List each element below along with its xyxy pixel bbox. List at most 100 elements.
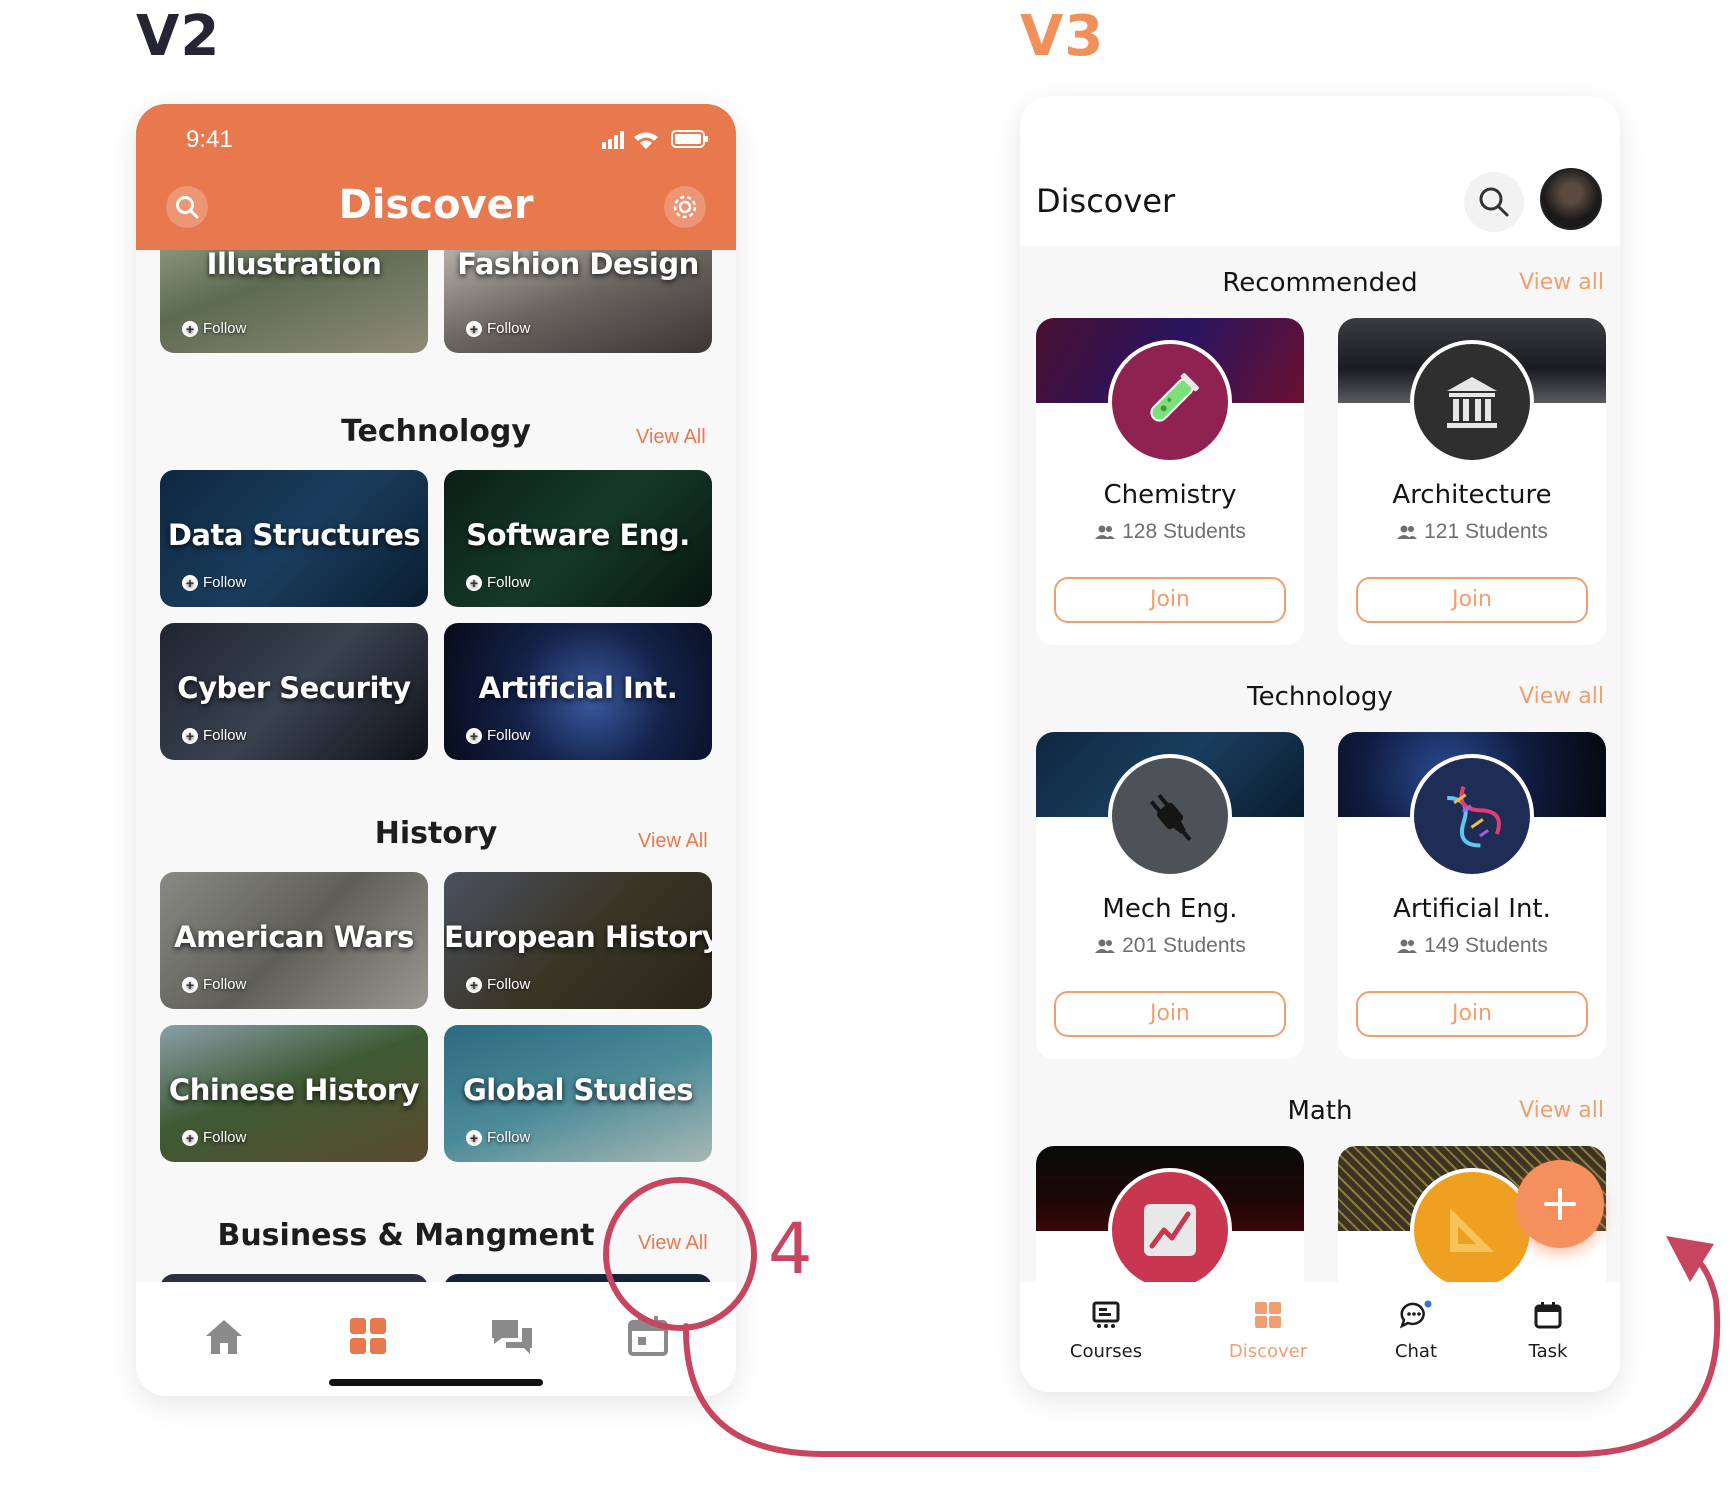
flask-icon — [1108, 340, 1232, 464]
settings-button[interactable] — [664, 186, 706, 228]
plus-icon: + — [182, 1129, 198, 1146]
view-all-business[interactable]: View All — [638, 1232, 708, 1255]
v2-tile-artificial-int[interactable]: Artificial Int. + Follow — [444, 623, 712, 760]
chat-icon[interactable] — [488, 1312, 536, 1360]
student-count: 149 Students — [1338, 934, 1606, 958]
add-button[interactable] — [1516, 1160, 1604, 1248]
tab-courses[interactable]: Courses — [1046, 1300, 1166, 1362]
tile-label: Illustration — [206, 246, 382, 281]
v2-phone-screen: 9:41 Discover Illustration + Follow Fashi… — [136, 104, 736, 1396]
tab-discover[interactable]: Discover — [1208, 1300, 1328, 1362]
follow-button[interactable]: + Follow — [466, 976, 530, 993]
tile-label: European History — [444, 919, 712, 954]
follow-label: Follow — [203, 727, 247, 744]
v2-tile-global-studies[interactable]: Global Studies + Follow — [444, 1025, 712, 1162]
v2-tile-cyber-security[interactable]: Cyber Security + Follow — [160, 623, 428, 760]
v2-tile-data-structures[interactable]: Data Structures + Follow — [160, 470, 428, 607]
tab-label: Discover — [1228, 1341, 1308, 1362]
plus-icon: + — [466, 574, 482, 591]
follow-label: Follow — [487, 727, 531, 744]
annotation-arrow-head — [1666, 1236, 1714, 1282]
tile-label: Artificial Int. — [478, 670, 678, 705]
follow-label: Follow — [203, 1129, 247, 1146]
student-count: 201 Students — [1036, 934, 1304, 958]
tile-label: Software Eng. — [466, 517, 690, 552]
view-all-math[interactable]: View all — [1519, 1098, 1604, 1123]
follow-label: Follow — [203, 320, 247, 337]
follow-button[interactable]: + Follow — [182, 727, 246, 744]
tab-label: Courses — [1069, 1341, 1143, 1362]
tile-label: Data Structures — [167, 517, 421, 552]
view-all-recommended[interactable]: View all — [1519, 270, 1604, 295]
people-icon — [1397, 525, 1418, 539]
search-button[interactable] — [1464, 172, 1524, 232]
join-button[interactable]: Join — [1356, 577, 1588, 623]
chart-icon — [1108, 1168, 1232, 1292]
search-button[interactable] — [166, 186, 208, 228]
search-icon — [1479, 187, 1509, 217]
course-card-architecture[interactable]: Architecture 121 Students Join — [1338, 318, 1606, 645]
tab-task[interactable]: Task — [1488, 1300, 1608, 1362]
follow-button[interactable]: + Follow — [466, 574, 530, 591]
v3-phone-screen: Discover Recommended View all Chemistry … — [1020, 96, 1620, 1392]
follow-button[interactable]: + Follow — [182, 320, 246, 337]
follow-button[interactable]: + Follow — [182, 976, 246, 993]
tile-label: Cyber Security — [177, 670, 411, 705]
status-icons — [602, 130, 708, 149]
follow-button[interactable]: + Follow — [466, 727, 530, 744]
grid-icon[interactable] — [344, 1312, 392, 1360]
course-card-chemistry[interactable]: Chemistry 128 Students Join — [1036, 318, 1304, 645]
follow-button[interactable]: + Follow — [182, 1129, 246, 1146]
follow-button[interactable]: + Follow — [466, 1129, 530, 1146]
join-button[interactable]: Join — [1356, 991, 1588, 1037]
dna-icon — [1410, 754, 1534, 878]
join-button[interactable]: Join — [1054, 991, 1286, 1037]
view-all-history[interactable]: View All — [638, 830, 708, 853]
tile-label: Global Studies — [462, 1072, 694, 1107]
course-card-mech-eng[interactable]: Mech Eng. 201 Students Join — [1036, 732, 1304, 1059]
view-all-technology[interactable]: View all — [1519, 684, 1604, 709]
search-icon — [176, 196, 199, 219]
v3-tab-bar: Courses Discover Chat Task — [1020, 1282, 1620, 1392]
follow-label: Follow — [203, 574, 247, 591]
plus-icon: + — [182, 727, 198, 744]
v2-page-title: Discover — [338, 182, 534, 228]
v2-header: 9:41 Discover — [136, 104, 736, 250]
avatar[interactable] — [1540, 168, 1602, 230]
set-square-icon — [1410, 1168, 1534, 1292]
v2-tile-software-eng[interactable]: Software Eng. + Follow — [444, 470, 712, 607]
v2-tile-american-wars[interactable]: American Wars + Follow — [160, 872, 428, 1009]
calendar-icon[interactable] — [624, 1312, 672, 1360]
course-name: Artificial Int. — [1393, 894, 1551, 924]
course-name: Architecture — [1392, 480, 1552, 510]
view-all-technology[interactable]: View All — [636, 426, 706, 449]
v3-page-title: Discover — [1036, 182, 1176, 220]
course-name: Mech Eng. — [1102, 894, 1238, 924]
course-name: Chemistry — [1103, 480, 1237, 510]
v2-tile-chinese-history[interactable]: Chinese History + Follow — [160, 1025, 428, 1162]
follow-label: Follow — [487, 574, 531, 591]
status-time: 9:41 — [186, 126, 233, 153]
people-icon — [1095, 939, 1116, 953]
v3-version-label: V3 — [1020, 4, 1105, 69]
v2-tile-european-history[interactable]: European History + Follow — [444, 872, 712, 1009]
tab-label: Task — [1528, 1341, 1568, 1362]
plus-icon: + — [466, 976, 482, 993]
people-icon — [1397, 939, 1418, 953]
gear-icon — [673, 195, 697, 219]
student-count-label: 149 Students — [1424, 934, 1548, 957]
plus-icon: + — [182, 574, 198, 591]
courses-icon — [1092, 1301, 1120, 1328]
join-button[interactable]: Join — [1054, 577, 1286, 623]
plus-icon: + — [466, 727, 482, 744]
follow-button[interactable]: + Follow — [466, 320, 530, 337]
building-icon — [1410, 340, 1534, 464]
follow-button[interactable]: + Follow — [182, 574, 246, 591]
tab-chat[interactable]: Chat — [1356, 1300, 1476, 1362]
student-count: 121 Students — [1338, 520, 1606, 544]
student-count-label: 128 Students — [1122, 520, 1246, 543]
course-card-artificial-int[interactable]: Artificial Int. 149 Students Join — [1338, 732, 1606, 1059]
home-icon[interactable] — [200, 1312, 248, 1360]
plus-icon: + — [466, 320, 482, 337]
people-icon — [1095, 525, 1116, 539]
